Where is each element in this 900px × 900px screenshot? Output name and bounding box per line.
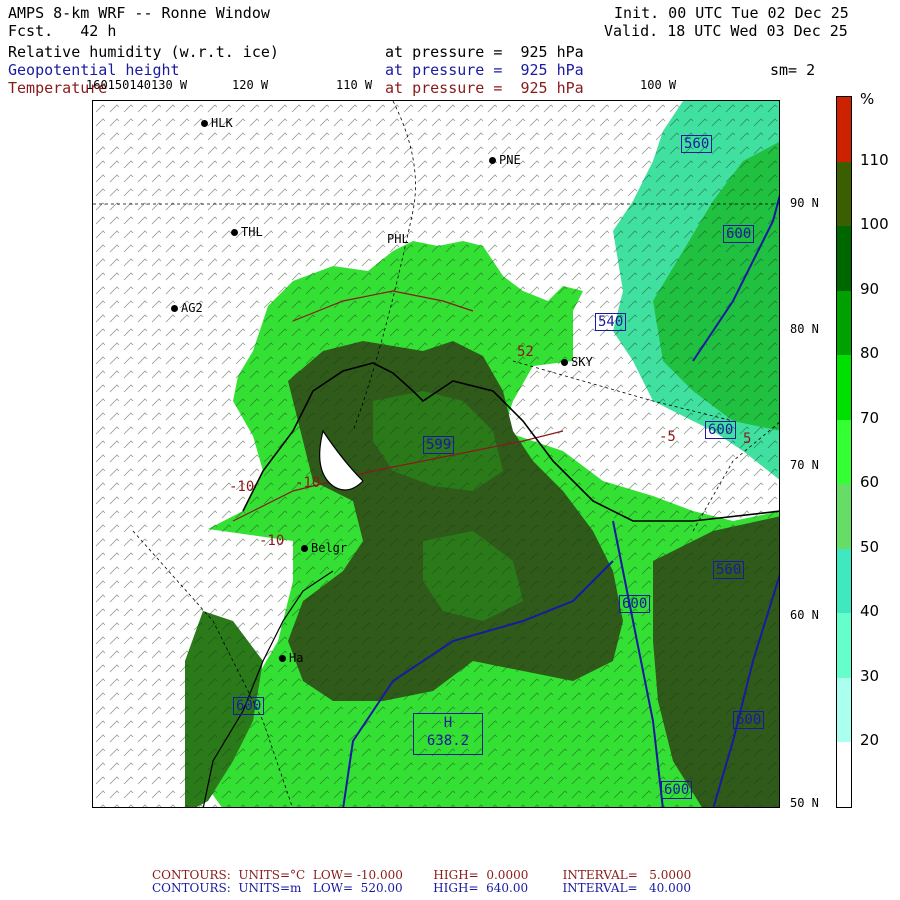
height-label: 600	[619, 595, 651, 613]
station-dot	[489, 157, 496, 164]
station-label: HLK	[211, 116, 233, 130]
station-dot	[301, 545, 308, 552]
temp-label: -5	[659, 429, 676, 445]
height-contour-info: CONTOURS: UNITS=m LOW= 520.00 HIGH= 640.…	[152, 881, 692, 895]
init-time: Init. 00 UTC Tue 02 Dec 25	[614, 4, 849, 22]
station-label: SKY	[571, 355, 593, 369]
colorbar-segment	[837, 613, 851, 678]
height-label: 600	[705, 421, 737, 439]
station-dot	[561, 359, 568, 366]
colorbar-segment	[837, 484, 851, 549]
colorbar-segment	[837, 677, 851, 743]
colorbar-tick-label: 80	[860, 344, 880, 363]
temp-label: -10	[229, 479, 255, 495]
colorbar-tick-label: 60	[860, 473, 880, 492]
temp-label: 52	[517, 344, 534, 360]
station-hlk: HLK	[201, 116, 233, 130]
lon-label: 110 W	[336, 78, 373, 92]
height-label: 560	[713, 561, 745, 579]
forecast-hour: Fcst. 42 h	[8, 22, 117, 40]
height-label: 600	[661, 781, 693, 799]
field-rh-name: Relative humidity (w.r.t. ice)	[8, 43, 279, 61]
station-dot	[231, 229, 238, 236]
station-ag2: AG2	[171, 301, 203, 315]
lon-label: 120 W	[232, 78, 269, 92]
station-label: Ha	[289, 651, 304, 665]
height-label: 600	[733, 711, 765, 729]
station-belgr: Belgr	[301, 541, 347, 555]
station-label: AG2	[181, 301, 203, 315]
height-label: 600	[723, 225, 755, 243]
height-label: 560	[681, 135, 713, 153]
wind-barbs	[93, 101, 779, 807]
field-height-level: at pressure = 925 hPa	[385, 61, 584, 79]
station-label: PNE	[499, 153, 521, 167]
colorbar-segment	[837, 161, 851, 227]
station-sky: SKY	[561, 355, 593, 369]
height-label: 540	[595, 313, 627, 331]
colorbar-tick-label: 90	[860, 279, 880, 298]
station-dot	[279, 655, 286, 662]
field-rh-level: at pressure = 925 hPa	[385, 43, 584, 61]
station-dot	[171, 305, 178, 312]
map-canvas	[93, 101, 779, 807]
smoothing-label: sm= 2	[770, 61, 816, 79]
height-label: 599	[423, 436, 455, 454]
colorbar-tick-label: 20	[860, 731, 880, 750]
colorbar-segment	[837, 548, 851, 614]
colorbar-unit: %	[860, 90, 875, 108]
field-height-name: Geopotential height	[8, 61, 180, 79]
station-label: Belgr	[311, 541, 348, 555]
lat-label: 90 N	[790, 196, 819, 210]
colorbar-tick-label: 30	[860, 666, 880, 685]
colorbar-segment	[837, 290, 851, 356]
station-label: PHL	[387, 232, 409, 246]
high-value: 638.2	[426, 733, 470, 749]
lat-label: 50 N	[790, 796, 819, 810]
colorbar-segment	[837, 419, 851, 485]
lat-label: 60 N	[790, 608, 819, 622]
lat-label: 70 N	[790, 458, 819, 472]
temp-contour-info: CONTOURS: UNITS=°C LOW= -10.000 HIGH= 0.…	[152, 868, 692, 882]
lat-label: 80 N	[790, 322, 819, 336]
height-label: 600	[233, 697, 265, 715]
temp-label: -10	[295, 475, 321, 491]
colorbar-tick-label: 70	[860, 408, 880, 427]
station-thl: THL	[231, 225, 263, 239]
lon-label: 160150140130 W	[86, 78, 188, 92]
colorbar-segment	[837, 97, 851, 162]
lon-label: 100 W	[640, 78, 677, 92]
colorbar-tick-label: 110	[860, 150, 889, 169]
station-label: THL	[241, 225, 263, 239]
colorbar-tick-label: 40	[860, 602, 880, 621]
station-ha: Ha	[279, 651, 303, 665]
temp-label: 5	[743, 431, 752, 447]
colorbar-segment	[837, 742, 851, 807]
temp-label: -10	[259, 533, 285, 549]
colorbar	[836, 96, 852, 808]
map-title: AMPS 8-km WRF -- Ronne Window	[8, 4, 270, 22]
valid-time: Valid. 18 UTC Wed 03 Dec 25	[604, 22, 848, 40]
high-pressure-center: H 638.2	[413, 713, 483, 755]
high-letter: H	[443, 715, 453, 731]
station-pne: PNE	[489, 153, 521, 167]
colorbar-segment	[837, 355, 851, 420]
field-temp-level: at pressure = 925 hPa	[385, 79, 584, 97]
station-phl: PHL	[387, 232, 409, 246]
colorbar-tick-label: 100	[860, 215, 889, 234]
colorbar-segment	[837, 226, 851, 291]
map-panel: HLK PNE THL PHL AG2 SKY Belgr Ha 560 600…	[92, 100, 780, 808]
colorbar-tick-label: 50	[860, 537, 880, 556]
station-dot	[201, 120, 208, 127]
